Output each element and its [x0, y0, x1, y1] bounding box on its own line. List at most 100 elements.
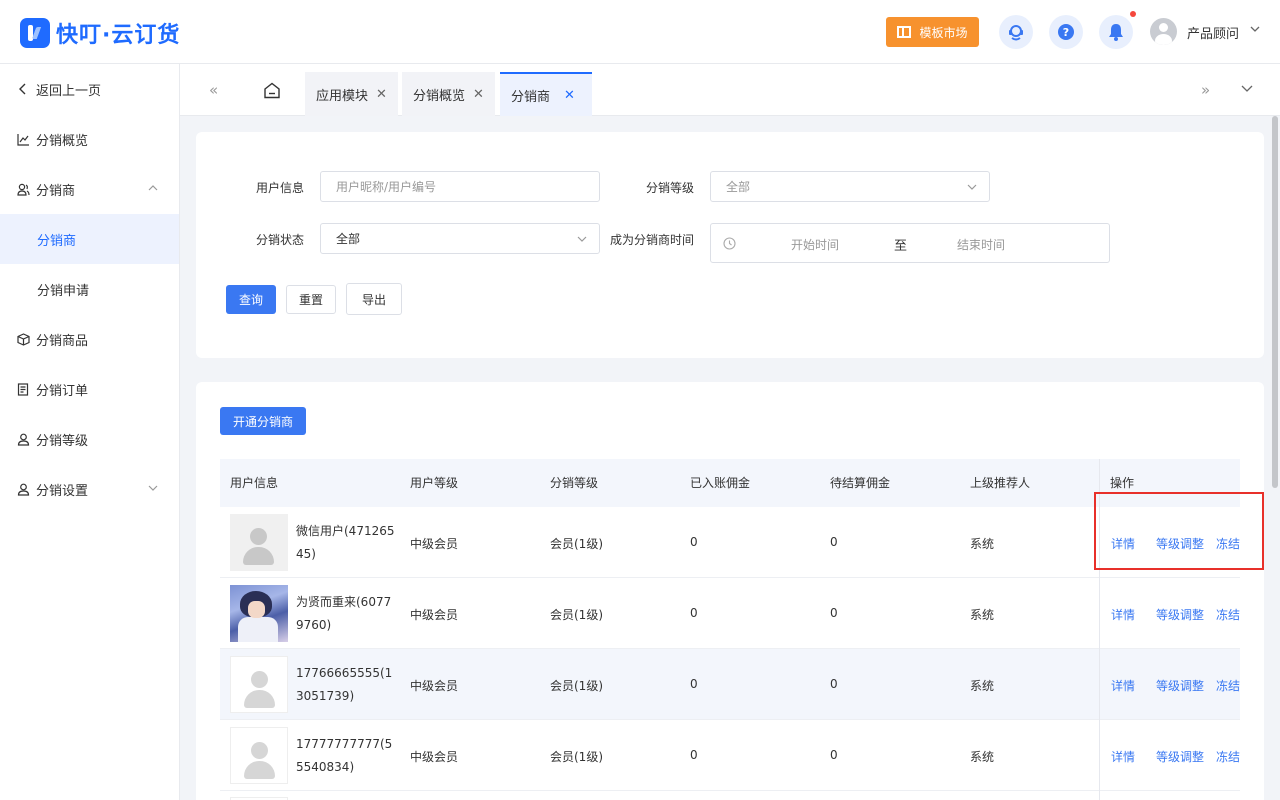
user-avatar-image — [230, 514, 288, 571]
column-header: 操作 — [1110, 476, 1135, 490]
dist-level-cell: 会员(1级) — [550, 537, 603, 551]
range-separator: 至 — [894, 239, 908, 254]
pending-commission-cell: 0 — [830, 535, 838, 549]
sidebar-item-distributor-apply[interactable]: 分销申请 — [0, 264, 179, 314]
tab-bar: « 应用模块 ✕ 分销概览 ✕ 分销商 ✕ » — [180, 64, 1280, 116]
pending-commission-cell: 0 — [830, 748, 838, 762]
freeze-link[interactable]: 冻结 — [1216, 606, 1240, 623]
status-select[interactable]: 全部 — [320, 223, 600, 254]
sidebar-group-settings[interactable]: 分销设置 — [0, 464, 179, 514]
help-icon[interactable]: ? — [1049, 15, 1083, 49]
chart-line-icon — [16, 132, 30, 146]
sidebar-item-products[interactable]: 分销商品 — [0, 314, 179, 364]
tab-app-module[interactable]: 应用模块 ✕ — [305, 72, 398, 116]
sidebar-item-label: 分销商 — [37, 233, 77, 249]
scroll-tabs-right-icon[interactable]: » — [1201, 81, 1210, 99]
sidebar-item-label: 分销设置 — [36, 483, 89, 499]
level-select-value: 全部 — [726, 180, 751, 194]
chevron-up-icon — [148, 185, 158, 191]
sidebar-item-label: 分销商 — [36, 183, 76, 199]
freeze-link[interactable]: 冻结 — [1216, 677, 1240, 694]
column-header: 上级推荐人 — [970, 476, 1031, 490]
user-avatar[interactable] — [1150, 18, 1177, 45]
close-icon[interactable]: ✕ — [376, 87, 387, 102]
level-select[interactable]: 全部 — [710, 171, 990, 202]
referrer-cell: 系统 — [970, 537, 995, 551]
tab-label: 应用模块 — [316, 88, 369, 104]
users-icon — [16, 182, 30, 196]
tab-label: 分销概览 — [413, 88, 466, 104]
tab-label: 分销商 — [511, 89, 551, 105]
pending-commission-cell: 0 — [830, 606, 838, 620]
settled-commission-cell: 0 — [690, 535, 698, 549]
time-range-picker[interactable]: 开始时间 至 结束时间 — [710, 223, 1110, 263]
logo-icon — [20, 18, 50, 48]
user-name-cell: 17777777777(55540834) — [296, 737, 393, 774]
freeze-link[interactable]: 冻结 — [1216, 748, 1240, 765]
bell-icon[interactable] — [1099, 15, 1133, 49]
sidebar-item-label: 分销概览 — [36, 133, 89, 149]
user-avatar-image — [230, 585, 288, 642]
table-row — [220, 791, 1240, 800]
home-icon[interactable] — [263, 82, 281, 99]
sidebar-item-back[interactable]: 返回上一页 — [0, 64, 179, 114]
export-button[interactable]: 导出 — [346, 283, 402, 315]
start-time-input[interactable]: 开始时间 — [791, 236, 839, 253]
sidebar-item-levels[interactable]: 分销等级 — [0, 414, 179, 464]
template-icon — [897, 26, 912, 38]
box-icon — [16, 332, 30, 346]
user-avatar-image — [230, 727, 288, 784]
detail-link[interactable]: 详情 — [1111, 677, 1135, 694]
open-distributor-button[interactable]: 开通分销商 — [220, 407, 306, 435]
service-icon[interactable] — [999, 15, 1033, 49]
settled-commission-cell: 0 — [690, 677, 698, 691]
level-label: 分销等级 — [646, 181, 695, 195]
sidebar-item-distributor[interactable]: 分销商 — [0, 214, 179, 264]
close-icon[interactable]: ✕ — [473, 87, 484, 102]
scroll-tabs-left-icon[interactable]: « — [209, 81, 218, 99]
user-name-cell: 为贤而重来(60779760) — [296, 595, 392, 632]
referrer-cell: 系统 — [970, 679, 995, 693]
sidebar-item-label: 分销商品 — [36, 333, 89, 349]
end-time-input[interactable]: 结束时间 — [957, 236, 1005, 253]
status-label: 分销状态 — [256, 233, 305, 247]
time-label: 成为分销商时间 — [610, 233, 695, 247]
sidebar-item-orders[interactable]: 分销订单 — [0, 364, 179, 414]
detail-link[interactable]: 详情 — [1111, 606, 1135, 623]
user-name-cell: 17766665555(13051739) — [296, 666, 393, 703]
page-scrollbar[interactable] — [1272, 116, 1278, 488]
user-info-input[interactable]: 用户昵称/用户编号 — [320, 171, 600, 202]
adjust-level-link[interactable]: 等级调整 — [1156, 606, 1204, 623]
sidebar-item-overview[interactable]: 分销概览 — [0, 114, 179, 164]
user-name[interactable]: 产品顾问 — [1187, 23, 1239, 42]
tab-distribution-overview[interactable]: 分销概览 ✕ — [402, 72, 495, 116]
user-level-cell: 中级会员 — [410, 608, 459, 622]
dist-level-cell: 会员(1级) — [550, 679, 603, 693]
logo-text: 快叮·云订货 — [56, 23, 181, 48]
settled-commission-cell: 0 — [690, 606, 698, 620]
user-level-cell: 中级会员 — [410, 750, 459, 764]
tabs-menu-chevron-icon[interactable] — [1241, 84, 1253, 94]
annotation-highlight-box — [1094, 492, 1264, 570]
app-logo[interactable]: 快叮·云订货 — [20, 17, 180, 49]
query-button[interactable]: 查询 — [226, 285, 276, 314]
detail-link[interactable]: 详情 — [1111, 748, 1135, 765]
template-market-button[interactable]: 模板市场 — [886, 17, 979, 47]
user-settings-icon — [16, 482, 30, 496]
dist-level-cell: 会员(1级) — [550, 608, 603, 622]
adjust-level-link[interactable]: 等级调整 — [1156, 748, 1204, 765]
reset-button[interactable]: 重置 — [286, 285, 336, 314]
table-row: 微信用户(47126545) 中级会员 会员(1级) 0 0 系统 详情 等级调… — [220, 507, 1240, 578]
chevron-down-icon[interactable] — [1250, 24, 1260, 34]
sidebar-group-distributor[interactable]: 分销商 — [0, 164, 179, 214]
referrer-cell: 系统 — [970, 750, 995, 764]
user-info-placeholder: 用户昵称/用户编号 — [336, 180, 437, 194]
referrer-cell: 系统 — [970, 608, 995, 622]
chevron-down-icon — [148, 485, 158, 491]
close-icon[interactable]: ✕ — [564, 88, 575, 103]
user-avatar-image — [230, 656, 288, 713]
sidebar-item-label: 分销订单 — [36, 383, 89, 399]
adjust-level-link[interactable]: 等级调整 — [1156, 677, 1204, 694]
top-header: 快叮·云订货 模板市场 ? 产品顾问 — [0, 0, 1280, 64]
tab-distributor[interactable]: 分销商 ✕ — [500, 72, 592, 116]
